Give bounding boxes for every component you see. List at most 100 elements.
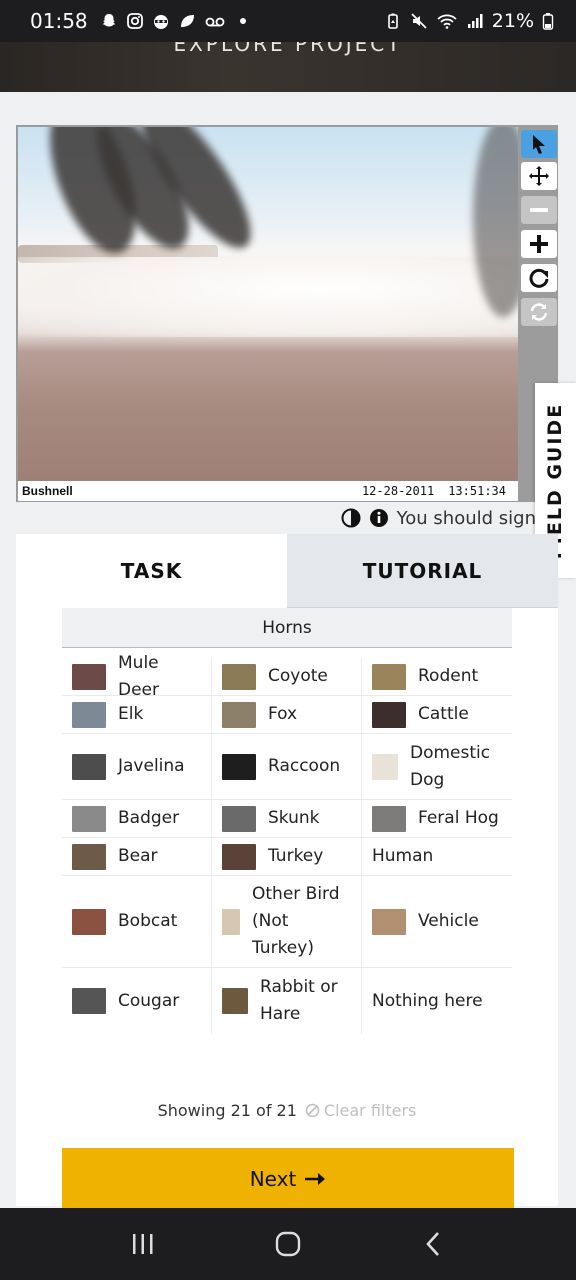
battery-saver-icon xyxy=(387,13,398,29)
choice-thumbnail xyxy=(372,701,406,728)
zoom-in-button[interactable] xyxy=(521,230,557,258)
choice-label: Rabbit or Hare xyxy=(260,977,338,1024)
choice-label: Cougar xyxy=(118,990,180,1011)
project-header: EXPLORE PROJECT xyxy=(0,42,576,92)
zoom-out-icon xyxy=(530,208,548,212)
choice-label: Feral Hog xyxy=(418,808,499,828)
reset-button[interactable] xyxy=(521,298,557,326)
leaf-icon xyxy=(180,15,194,27)
choice-thumbnail xyxy=(222,843,256,870)
choice-thumbnail xyxy=(372,753,398,780)
choice-label: Human xyxy=(372,846,434,866)
choice-label: Other Bird (Not Turkey) xyxy=(252,884,340,958)
choice-thumbnail xyxy=(72,908,106,935)
choice-mule-deer[interactable]: Mule Deer xyxy=(62,653,212,700)
choice-label: Coyote xyxy=(268,666,328,686)
choice-thumbnail xyxy=(222,753,256,780)
choice-label: Bobcat xyxy=(118,911,178,931)
choice-thumbnail xyxy=(72,843,106,870)
subject-viewer: Bushnell 12-28-2011 13:51:34 xyxy=(16,125,558,502)
choice-grid: Mule Deer Coyote Rodent Elk Fox Cattle J… xyxy=(62,653,512,1034)
mute-icon xyxy=(411,13,427,29)
task-panel: TASK TUTORIAL Horns Mule Deer Coyote Rod… xyxy=(16,534,558,1210)
choice-fox[interactable]: Fox xyxy=(212,696,362,733)
choice-label: Fox xyxy=(268,704,298,724)
tab-tutorial[interactable]: TUTORIAL xyxy=(287,534,558,608)
status-right: 21% xyxy=(384,10,554,32)
choice-skunk[interactable]: Skunk xyxy=(212,800,362,837)
voicemail-icon xyxy=(205,17,225,27)
choice-raccoon[interactable]: Raccoon xyxy=(212,734,362,799)
task-tabs: TASK TUTORIAL xyxy=(16,534,558,608)
choice-coyote[interactable]: Coyote xyxy=(212,658,362,695)
home-button[interactable] xyxy=(268,1224,308,1264)
choice-cougar[interactable]: Cougar xyxy=(62,968,212,1034)
battery-icon xyxy=(542,13,554,30)
project-title: EXPLORE PROJECT xyxy=(173,42,403,56)
choice-thumbnail xyxy=(222,988,248,1014)
status-time: 01:58 xyxy=(30,9,88,33)
clear-filters-label: Clear filters xyxy=(323,1100,417,1120)
arrow-right-icon xyxy=(305,1173,326,1185)
back-button[interactable] xyxy=(413,1224,453,1264)
choice-row: Mule Deer Coyote Rodent xyxy=(62,653,512,700)
choice-feral-hog[interactable]: Feral Hog xyxy=(362,800,512,837)
next-label: Next xyxy=(249,1167,297,1191)
choice-label: Turkey xyxy=(268,846,324,866)
recents-button[interactable] xyxy=(123,1224,163,1264)
clear-filters-button[interactable]: Clear filters xyxy=(305,1101,416,1120)
reset-icon xyxy=(530,303,548,321)
rotate-button[interactable] xyxy=(521,264,557,292)
image-time: 13:51:34 xyxy=(448,484,506,498)
choice-thumbnail xyxy=(222,701,256,728)
system-nav-bar xyxy=(0,1208,576,1280)
results-count: Showing 21 of 21 xyxy=(157,1100,297,1120)
choice-human[interactable]: Human xyxy=(362,838,512,875)
choice-vehicle[interactable]: Vehicle xyxy=(362,876,512,967)
choice-label: Raccoon xyxy=(268,756,341,776)
results-count-row: Showing 21 of 21 Clear filters xyxy=(62,1096,512,1124)
choice-row: Bobcat Other Bird (Not Turkey) Vehicle xyxy=(62,876,512,968)
choice-nothing-here[interactable]: Nothing here xyxy=(362,968,512,1034)
choice-badger[interactable]: Badger xyxy=(62,800,212,837)
choice-row: Javelina Raccoon Domestic Dog xyxy=(62,734,512,800)
clear-icon xyxy=(305,1103,320,1117)
choice-label: Javelina xyxy=(118,756,185,776)
choice-row: Bear Turkey Human xyxy=(62,838,512,876)
choice-thumbnail xyxy=(372,805,406,832)
filter-horns[interactable]: Horns xyxy=(62,608,512,648)
choice-label: Elk xyxy=(118,704,144,724)
choice-thumbnail xyxy=(72,988,106,1014)
status-bar: 01:58 21% xyxy=(0,0,576,42)
choice-bear[interactable]: Bear xyxy=(62,838,212,875)
choice-other-bird[interactable]: Other Bird (Not Turkey) xyxy=(212,876,362,967)
move-tool-button[interactable] xyxy=(521,162,557,190)
choice-rodent[interactable]: Rodent xyxy=(362,658,512,695)
choice-thumbnail xyxy=(72,663,106,690)
choice-domestic-dog[interactable]: Domestic Dog xyxy=(362,734,512,799)
zoom-out-button[interactable] xyxy=(521,196,557,224)
choice-javelina[interactable]: Javelina xyxy=(62,734,212,799)
subject-image[interactable]: Bushnell 12-28-2011 13:51:34 xyxy=(18,127,518,501)
choice-bobcat[interactable]: Bobcat xyxy=(62,876,212,967)
choice-elk[interactable]: Elk xyxy=(62,696,212,733)
choice-row: Elk Fox Cattle xyxy=(62,696,512,734)
choice-thumbnail xyxy=(222,805,256,832)
choice-label: Bear xyxy=(118,846,158,866)
choice-turkey[interactable]: Turkey xyxy=(212,838,362,875)
back-icon xyxy=(426,1232,440,1256)
choice-row: Cougar Rabbit or Hare Nothing here xyxy=(62,968,512,1034)
next-button[interactable]: Next xyxy=(62,1148,514,1210)
dot-icon xyxy=(239,18,246,24)
pointer-tool-button[interactable] xyxy=(521,130,557,158)
choice-cattle[interactable]: Cattle xyxy=(362,696,512,733)
subject-meta-row: You should sign xyxy=(0,504,536,532)
pointer-icon xyxy=(533,135,545,154)
info-icon[interactable] xyxy=(369,508,389,528)
status-left-icons xyxy=(100,12,252,30)
choice-thumbnail xyxy=(222,663,256,690)
move-icon xyxy=(529,166,549,186)
choice-rabbit-or-hare[interactable]: Rabbit or Hare xyxy=(212,968,362,1034)
invert-icon[interactable] xyxy=(341,508,361,528)
tab-task[interactable]: TASK xyxy=(16,534,287,608)
